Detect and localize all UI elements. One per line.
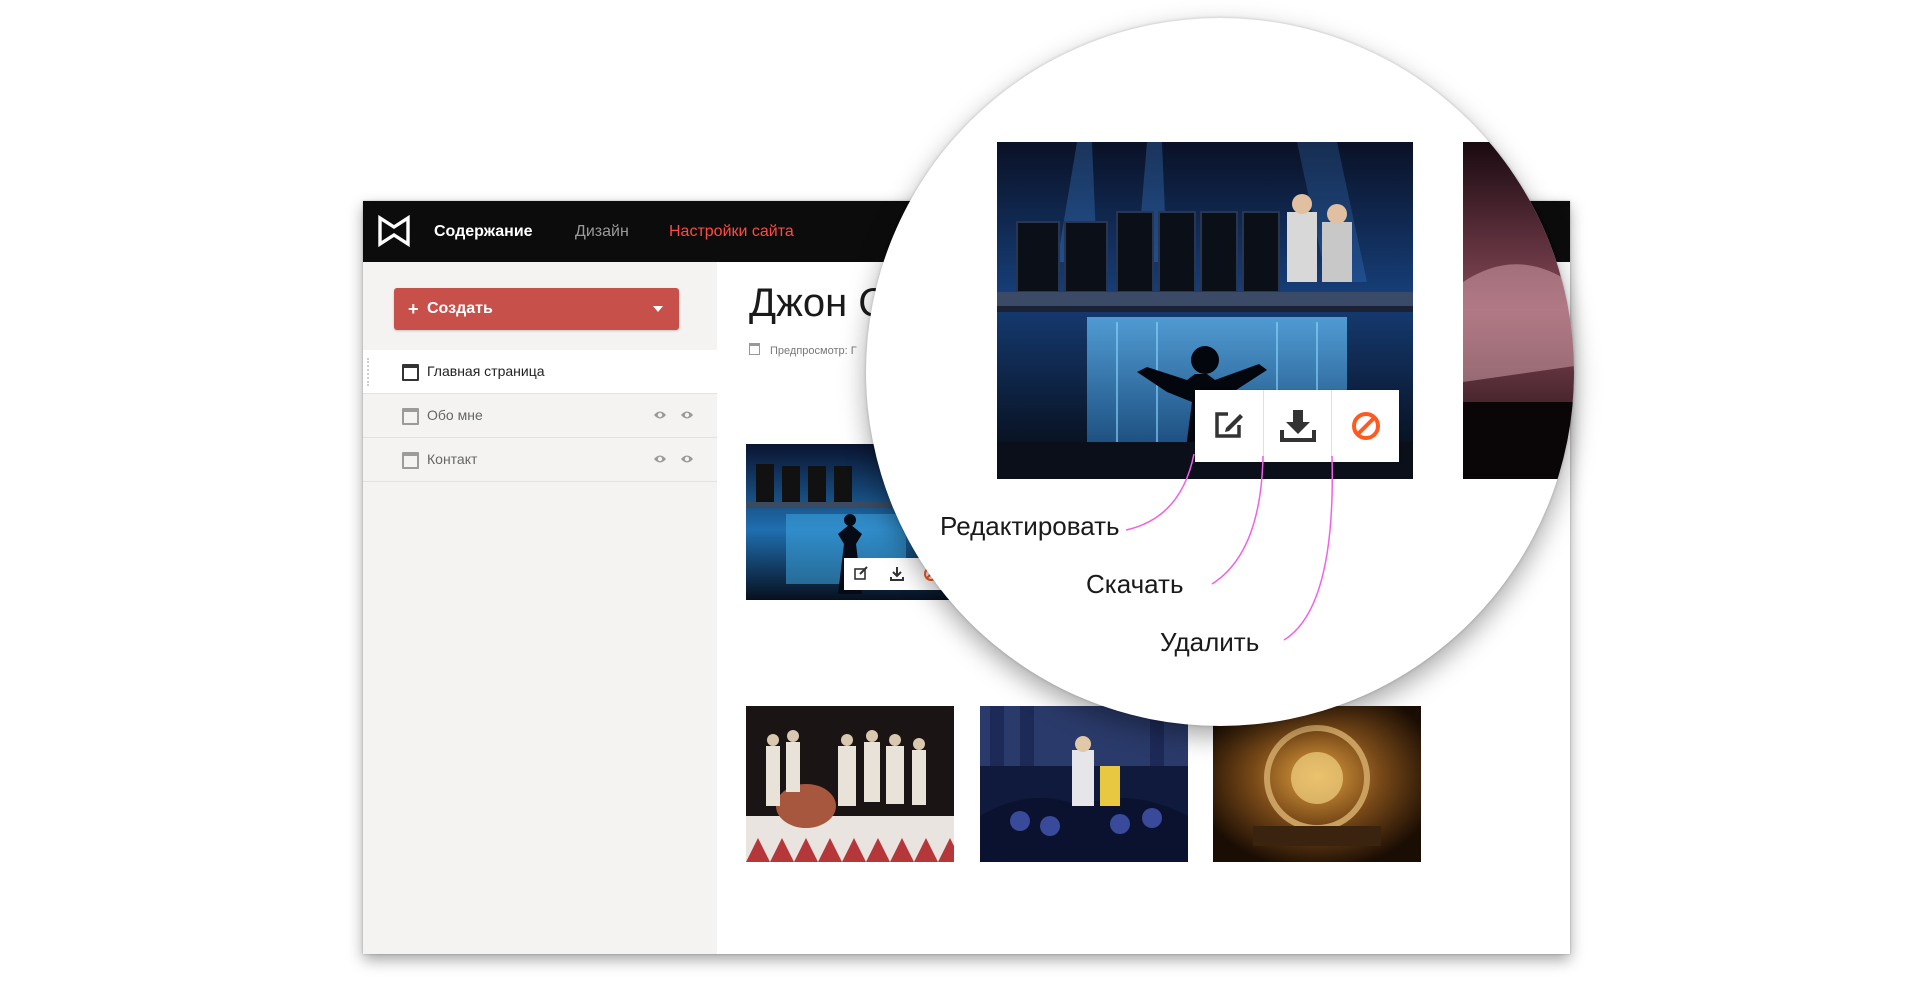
callout-download-label: Скачать: [1086, 569, 1184, 599]
callout-delete-label: Удалить: [1160, 627, 1260, 657]
callout-edit-label: Редактировать: [940, 511, 1120, 541]
sidebar-item-home[interactable]: Главная страница: [363, 350, 717, 394]
calendar-icon: [749, 343, 760, 355]
create-button[interactable]: + Создать: [394, 288, 679, 330]
caret-down-icon[interactable]: [653, 306, 663, 312]
eye-icon[interactable]: [680, 453, 694, 465]
sidebar-item-about[interactable]: Обо мне: [363, 394, 717, 438]
preview-label: Предпросмотр: Г: [770, 345, 857, 357]
preview-link[interactable]: Предпросмотр: Г: [749, 343, 857, 357]
sidebar: + Создать Главная страница Обо мне Конта…: [363, 262, 717, 954]
create-button-label: Создать: [427, 300, 493, 317]
callout-lines: [1125, 453, 1334, 641]
film-frame-logo[interactable]: [377, 214, 411, 248]
gallery-photo[interactable]: [746, 706, 954, 862]
nav-content[interactable]: Содержание: [434, 201, 533, 262]
eye-icon[interactable]: [653, 409, 667, 421]
eye-icon[interactable]: [680, 409, 694, 421]
stage-photo: [746, 706, 954, 862]
page-icon: [402, 452, 419, 469]
sidebar-item-label: Контакт: [427, 451, 478, 467]
sidebar-item-contact[interactable]: Контакт: [363, 438, 717, 482]
stage-photo: [1213, 706, 1421, 862]
eye-icon[interactable]: [653, 453, 667, 465]
sidebar-item-label: Обо мне: [427, 407, 483, 423]
plus-icon: +: [408, 299, 419, 319]
page-icon: [402, 408, 419, 425]
page-icon: [402, 364, 419, 381]
nav-site-settings[interactable]: Настройки сайта: [669, 201, 794, 262]
magnifier-zoom: Редактировать Скачать Удалить: [866, 18, 1574, 726]
stage-photo: [980, 706, 1188, 862]
nav-design[interactable]: Дизайн: [575, 201, 629, 262]
gallery-photo[interactable]: [980, 706, 1188, 862]
sidebar-item-label: Главная страница: [427, 363, 545, 379]
gallery-photo[interactable]: [1213, 706, 1421, 862]
